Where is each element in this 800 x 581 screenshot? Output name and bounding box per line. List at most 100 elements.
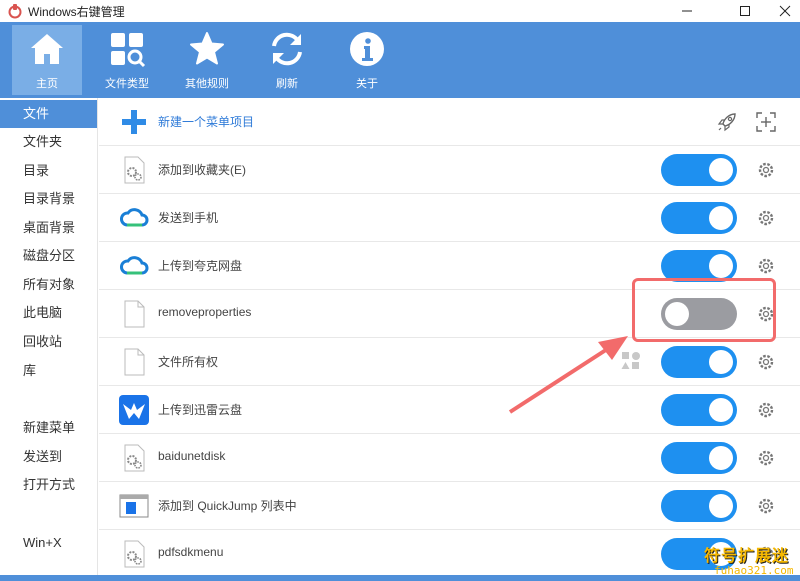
sidebar-item-win-x[interactable]: Win+X — [0, 529, 97, 557]
toolbar-about-button[interactable]: 关于 — [332, 25, 402, 95]
window-app-icon — [119, 494, 149, 518]
gear-icon[interactable] — [756, 352, 776, 372]
gear-file-icon — [124, 540, 145, 568]
gear-icon[interactable] — [756, 160, 776, 180]
menu-item-row: pdfsdkmenu — [99, 530, 800, 578]
menu-item-row: 添加到收藏夹(E) — [99, 146, 800, 194]
title-bar: Windows右键管理 — [0, 0, 800, 22]
toolbar-file-types-label: 文件类型 — [105, 78, 149, 90]
blank-file-icon — [124, 300, 145, 328]
watermark-subtext: fuhao321.com — [714, 564, 794, 577]
toggle-knob — [665, 302, 689, 326]
gear-icon[interactable] — [756, 304, 776, 324]
close-button[interactable] — [762, 0, 800, 22]
menu-item-row: 发送到手机 — [99, 194, 800, 242]
watermark: 符号扩展迷 fuhao321.com — [700, 540, 800, 581]
sidebar-item-open-with[interactable]: 打开方式 — [0, 471, 97, 499]
toolbar-refresh-button[interactable]: 刷新 — [252, 25, 322, 95]
menu-item-label: 上传到迅雷云盘 — [158, 403, 243, 417]
toolbar-other-rules-button[interactable]: 其他规则 — [172, 25, 242, 95]
app-icon — [8, 4, 22, 19]
menu-item-label: removeproperties — [158, 305, 252, 319]
toggle-knob — [709, 158, 733, 182]
cloud-icon — [120, 256, 149, 275]
sidebar-item-all-objects[interactable]: 所有对象 — [0, 271, 97, 299]
new-menu-item-row[interactable]: 新建一个菜单项目 — [99, 98, 800, 146]
window-title: Windows右键管理 — [28, 5, 125, 19]
close-icon — [779, 5, 791, 17]
toggle-knob — [709, 206, 733, 230]
enable-toggle[interactable] — [661, 202, 737, 234]
star-icon — [187, 29, 227, 69]
sidebar-item-recycle-bin[interactable]: 回收站 — [0, 328, 97, 356]
toolbar-other-rules-label: 其他规则 — [185, 78, 229, 90]
sidebar-item-desktop-background[interactable]: 桌面背景 — [0, 214, 97, 242]
cloud-icon — [120, 208, 149, 227]
menu-item-row: baidunetdisk — [99, 434, 800, 482]
gear-icon[interactable] — [756, 400, 776, 420]
toggle-knob — [709, 494, 733, 518]
sidebar-item-this-pc[interactable]: 此电脑 — [0, 299, 97, 327]
enable-toggle[interactable] — [661, 442, 737, 474]
toggle-knob — [709, 398, 733, 422]
enable-toggle[interactable] — [661, 250, 737, 282]
add-target-icon[interactable] — [755, 111, 777, 133]
toolbar-file-types-button[interactable]: 文件类型 — [92, 25, 162, 95]
blank-file-icon — [124, 348, 145, 376]
refresh-icon — [267, 29, 307, 69]
sidebar-item-disk-partition[interactable]: 磁盘分区 — [0, 242, 97, 270]
menu-item-row: 文件所有权 — [99, 338, 800, 386]
menu-item-row: 上传到迅雷云盘 — [99, 386, 800, 434]
menu-item-row: 添加到 QuickJump 列表中 — [99, 482, 800, 530]
sidebar-item-folder[interactable]: 文件夹 — [0, 128, 97, 156]
toggle-knob — [709, 446, 733, 470]
sidebar-item-send-to[interactable]: 发送到 — [0, 443, 97, 471]
sidebar-item-directory-background[interactable]: 目录背景 — [0, 185, 97, 213]
minimize-icon — [682, 10, 692, 12]
sidebar-item-library[interactable]: 库 — [0, 357, 97, 385]
menu-item-label: pdfsdkmenu — [158, 545, 224, 559]
toolbar-about-label: 关于 — [356, 78, 378, 90]
enable-toggle[interactable] — [661, 394, 737, 426]
plus-icon — [122, 110, 146, 134]
new-menu-item-label: 新建一个菜单项目 — [158, 115, 255, 129]
menu-item-label: 发送到手机 — [158, 211, 219, 225]
menu-item-row: 上传到夸克网盘 — [99, 242, 800, 290]
menu-item-list: 新建一个菜单项目 添加到收藏夹(E) 发送到手机 上传到夸克网盘 removep… — [99, 98, 800, 581]
toggle-knob — [709, 254, 733, 278]
toolbar-refresh-label: 刷新 — [276, 78, 298, 90]
menu-item-label: baidunetdisk — [158, 449, 226, 463]
gear-icon[interactable] — [756, 256, 776, 276]
home-icon — [27, 29, 67, 69]
toolbar: 主页 文件类型 其他规则 刷新 关于 — [0, 22, 800, 98]
toolbar-home-button[interactable]: 主页 — [12, 25, 82, 95]
menu-item-row: removeproperties — [99, 290, 800, 338]
gear-file-icon — [124, 156, 145, 184]
thunder-icon — [119, 395, 149, 425]
gear-icon[interactable] — [756, 448, 776, 468]
sidebar-item-directory[interactable]: 目录 — [0, 157, 97, 185]
sidebar: 文件 文件夹 目录 目录背景 桌面背景 磁盘分区 所有对象 此电脑 回收站 库 … — [0, 98, 98, 581]
rocket-icon[interactable] — [716, 111, 738, 133]
gear-file-icon — [124, 444, 145, 472]
sidebar-item-file[interactable]: 文件 — [0, 100, 97, 128]
menu-item-label: 添加到 QuickJump 列表中 — [158, 499, 297, 513]
toggle-knob — [709, 350, 733, 374]
minimize-button[interactable] — [664, 0, 710, 22]
enable-toggle[interactable] — [661, 298, 737, 330]
enable-toggle[interactable] — [661, 154, 737, 186]
file-types-icon — [107, 29, 147, 69]
gear-icon[interactable] — [756, 208, 776, 228]
maximize-icon — [740, 6, 750, 16]
watermark-text: 符号扩展迷 — [704, 546, 790, 565]
menu-item-label: 文件所有权 — [158, 355, 219, 369]
menu-item-label: 添加到收藏夹(E) — [158, 163, 246, 177]
enable-toggle[interactable] — [661, 490, 737, 522]
sidebar-item-new-menu[interactable]: 新建菜单 — [0, 414, 97, 442]
enable-toggle[interactable] — [661, 346, 737, 378]
bottom-bar — [0, 575, 800, 581]
toolbar-home-label: 主页 — [36, 78, 58, 90]
menu-item-label: 上传到夸克网盘 — [158, 259, 243, 273]
info-icon — [347, 29, 387, 69]
gear-icon[interactable] — [756, 496, 776, 516]
